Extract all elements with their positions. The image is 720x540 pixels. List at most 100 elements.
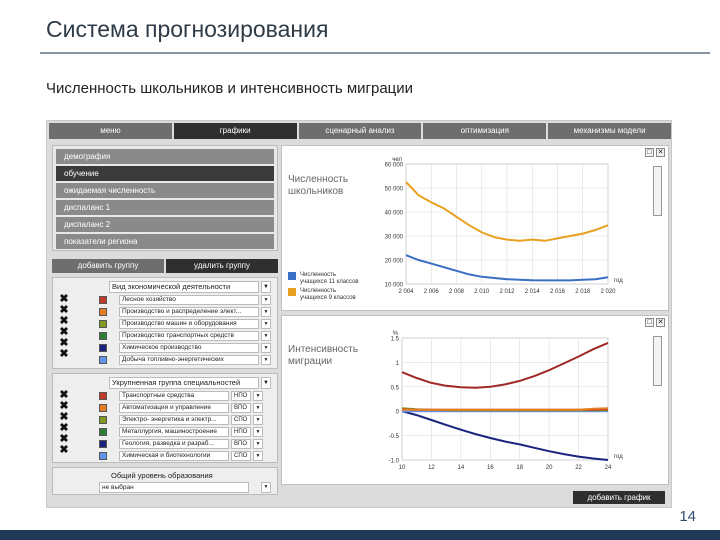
chevron-down-icon[interactable]: ▼ <box>253 402 263 413</box>
x-tick-label: 18 <box>516 465 523 471</box>
level-select[interactable]: СПО <box>231 414 251 425</box>
level-select[interactable]: НПО <box>231 390 251 401</box>
education-level-select[interactable]: не выбран <box>99 482 249 493</box>
chevron-down-icon[interactable]: ▼ <box>261 318 271 329</box>
chart-title: Численность школьников <box>288 174 349 197</box>
title-divider <box>40 52 710 54</box>
color-swatch[interactable] <box>99 403 107 412</box>
y-axis-unit: чел <box>392 157 402 163</box>
y-tick-label: -1.0 <box>389 459 400 465</box>
category-demography[interactable]: демография <box>56 149 274 164</box>
x-tick-label: 14 <box>458 465 465 471</box>
color-swatch[interactable] <box>99 331 107 340</box>
left-panel: демография обучение ожидаемая численност… <box>52 145 278 505</box>
add-group-button[interactable]: добавить группу <box>52 259 164 273</box>
color-swatch[interactable] <box>99 415 107 424</box>
category-imbalance-1[interactable]: диспаланс 1 <box>56 200 274 215</box>
x-tick-label: 10 <box>399 465 406 471</box>
chevron-down-icon[interactable]: ▼ <box>261 294 271 305</box>
chevron-down-icon[interactable]: ▼ <box>261 281 271 293</box>
remove-row-icon[interactable]: ✖ <box>57 349 71 360</box>
color-swatch[interactable] <box>99 451 107 460</box>
color-swatch[interactable] <box>99 391 107 400</box>
y-tick-label: 1.5 <box>391 337 400 343</box>
y-tick-label: 60 000 <box>385 163 404 169</box>
legend-item: Численность учащихся 9 классов <box>288 288 360 302</box>
tab-menu[interactable]: меню <box>49 123 172 139</box>
legend-item: Численность учащихся 11 классов <box>288 272 360 286</box>
chart-options-tab[interactable] <box>653 166 662 216</box>
tab-scenario-analysis[interactable]: сценарный анализ <box>298 123 422 139</box>
x-tick-label: 2 018 <box>575 289 591 295</box>
close-icon[interactable]: ✕ <box>656 148 665 157</box>
row-select[interactable]: Транспортные средства <box>119 390 229 401</box>
chevron-down-icon[interactable]: ▼ <box>261 377 271 389</box>
chevron-down-icon[interactable]: ▼ <box>261 306 271 317</box>
row-select[interactable]: Химическая и биотехнологии <box>119 450 229 461</box>
category-list: демография обучение ожидаемая численност… <box>52 145 278 251</box>
remove-column: ✖ ✖ ✖ ✖ ✖ ✖ <box>57 390 71 456</box>
color-swatch[interactable] <box>99 439 107 448</box>
row-select[interactable]: Автоматизация и управление <box>119 402 229 413</box>
close-icon[interactable]: ✕ <box>656 318 665 327</box>
group-header-select[interactable]: Вид экономической деятельности <box>109 281 259 293</box>
category-imbalance-2[interactable]: диспаланс 2 <box>56 217 274 232</box>
row-select[interactable]: Металлургия, машиностроение <box>119 426 229 437</box>
row-select[interactable]: Геология, разведка и разраб... <box>119 438 229 449</box>
color-swatch[interactable] <box>99 343 107 352</box>
y-tick-label: 0 <box>396 410 400 416</box>
row-select[interactable]: Электро- энергетика и электр... <box>119 414 229 425</box>
chevron-down-icon[interactable]: ▼ <box>261 482 271 493</box>
color-swatch[interactable] <box>99 295 107 304</box>
tab-optimization[interactable]: оптимизация <box>423 123 547 139</box>
color-swatch[interactable] <box>99 355 107 364</box>
chevron-down-icon[interactable]: ▼ <box>253 414 263 425</box>
color-swatch[interactable] <box>99 319 107 328</box>
chevron-down-icon[interactable]: ▼ <box>253 438 263 449</box>
chart-options-tab[interactable] <box>653 336 662 386</box>
legend-swatch <box>288 272 296 280</box>
chevron-down-icon[interactable]: ▼ <box>253 426 263 437</box>
color-swatch[interactable] <box>99 427 107 436</box>
remove-group-button[interactable]: удалить группу <box>166 259 278 273</box>
chevron-down-icon[interactable]: ▼ <box>253 450 263 461</box>
row-select[interactable]: Производство машин и оборудования <box>119 318 259 329</box>
y-tick-label: 0.5 <box>391 385 400 391</box>
row-select[interactable]: Производство и распределение элект... <box>119 306 259 317</box>
chevron-down-icon[interactable]: ▼ <box>261 342 271 353</box>
chevron-down-icon[interactable]: ▼ <box>253 390 263 401</box>
tab-charts[interactable]: графики <box>173 123 297 139</box>
x-tick-label: 2 012 <box>499 289 515 295</box>
row-select[interactable]: Химическое производство <box>119 342 259 353</box>
category-education[interactable]: обучение <box>56 166 274 181</box>
y-tick-label: 20 000 <box>385 259 404 265</box>
chevron-down-icon[interactable]: ▼ <box>261 354 271 365</box>
y-tick-label: 50 000 <box>385 187 404 193</box>
y-axis-unit: % <box>393 331 399 337</box>
list-item: Производство транспортных средств ▼ <box>99 330 277 341</box>
chart-panel-schoolchildren: Численность школьников Численность учащи… <box>281 145 669 311</box>
level-select[interactable]: СПО <box>231 450 251 461</box>
tab-model-mechanisms[interactable]: механизмы модели <box>548 123 671 139</box>
list-item: Электро- энергетика и электр... СПО ▼ <box>99 414 277 425</box>
category-region-indicators[interactable]: показатели региона <box>56 234 274 249</box>
color-swatch[interactable] <box>99 307 107 316</box>
x-tick-label: 16 <box>487 465 494 471</box>
group1-rows: Лесное хозяйство ▼ Производство и распред… <box>99 294 277 366</box>
group-header-select[interactable]: Укрупненная группа специальностей <box>109 377 259 389</box>
add-chart-button[interactable]: добавить график <box>573 491 665 504</box>
row-select[interactable]: Производство транспортных средств <box>119 330 259 341</box>
footer-bar <box>0 530 720 540</box>
level-select[interactable]: ВПО <box>231 438 251 449</box>
x-tick-label: 12 <box>428 465 435 471</box>
row-select[interactable]: Добыча топливно-энергетических <box>119 354 259 365</box>
list-item: Геология, разведка и разраб... ВПО ▼ <box>99 438 277 449</box>
education-level-group: Общий уровень образования не выбран ▼ <box>52 467 278 495</box>
level-select[interactable]: ВПО <box>231 402 251 413</box>
category-expected-population[interactable]: ожидаемая численность <box>56 183 274 198</box>
chart-panel-migration: Интенсивность миграции □ ✕ -1.0 -0.5 0 0.5 1… <box>281 315 669 485</box>
remove-row-icon[interactable]: ✖ <box>57 445 71 456</box>
chevron-down-icon[interactable]: ▼ <box>261 330 271 341</box>
row-select[interactable]: Лесное хозяйство <box>119 294 259 305</box>
level-select[interactable]: НПО <box>231 426 251 437</box>
